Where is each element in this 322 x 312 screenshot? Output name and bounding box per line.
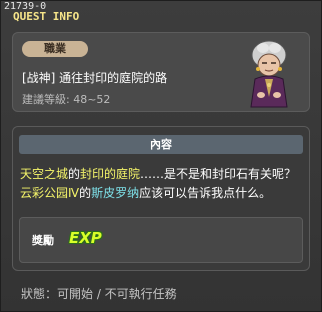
exp-icon: EXP [69, 229, 102, 247]
desc-text: 的 [79, 186, 92, 200]
content-header: 內容 [19, 135, 303, 154]
desc-text: 应该可以告诉我点什么。 [139, 186, 272, 200]
window-title: QUEST INFO [13, 10, 80, 23]
desc-map-name: 天空之城 [20, 167, 69, 181]
npc-portrait-icon [250, 40, 288, 108]
reward-box: 獎勵 EXP [19, 217, 303, 263]
quest-summary-panel: 職業 [战神] 通往封印的庭院的路 建議等級: 48~52 [12, 32, 310, 112]
desc-map-name: 封印的庭院 [80, 167, 141, 181]
desc-npc-name: 斯皮罗纳 [91, 186, 140, 200]
quest-status: 狀態：可開始 / 不可執行任務 [21, 287, 177, 301]
quest-description: 天空之城的封印的庭院……是不是和封印石有关呢？云彩公园Ⅳ的斯皮罗纳应该可以告诉我… [20, 165, 306, 203]
reward-label: 獎勵 [32, 234, 54, 247]
recommended-level: 建議等級: 48~52 [22, 93, 111, 106]
quest-info-window: 21739-0 QUEST INFO 職業 [战神] 通往封印的庭院的路 建議等… [0, 0, 322, 312]
job-badge: 職業 [22, 41, 88, 57]
quest-name: [战神] 通往封印的庭院的路 [22, 71, 168, 85]
desc-text: ……是不是和封印石有关呢？ [140, 167, 297, 181]
title-bar[interactable]: 21739-0 QUEST INFO [1, 1, 322, 25]
quest-content-panel: 內容 天空之城的封印的庭院……是不是和封印石有关呢？云彩公园Ⅳ的斯皮罗纳应该可以… [12, 126, 310, 271]
desc-text: 的 [68, 167, 81, 181]
desc-map-name: 云彩公园Ⅳ [20, 186, 80, 200]
